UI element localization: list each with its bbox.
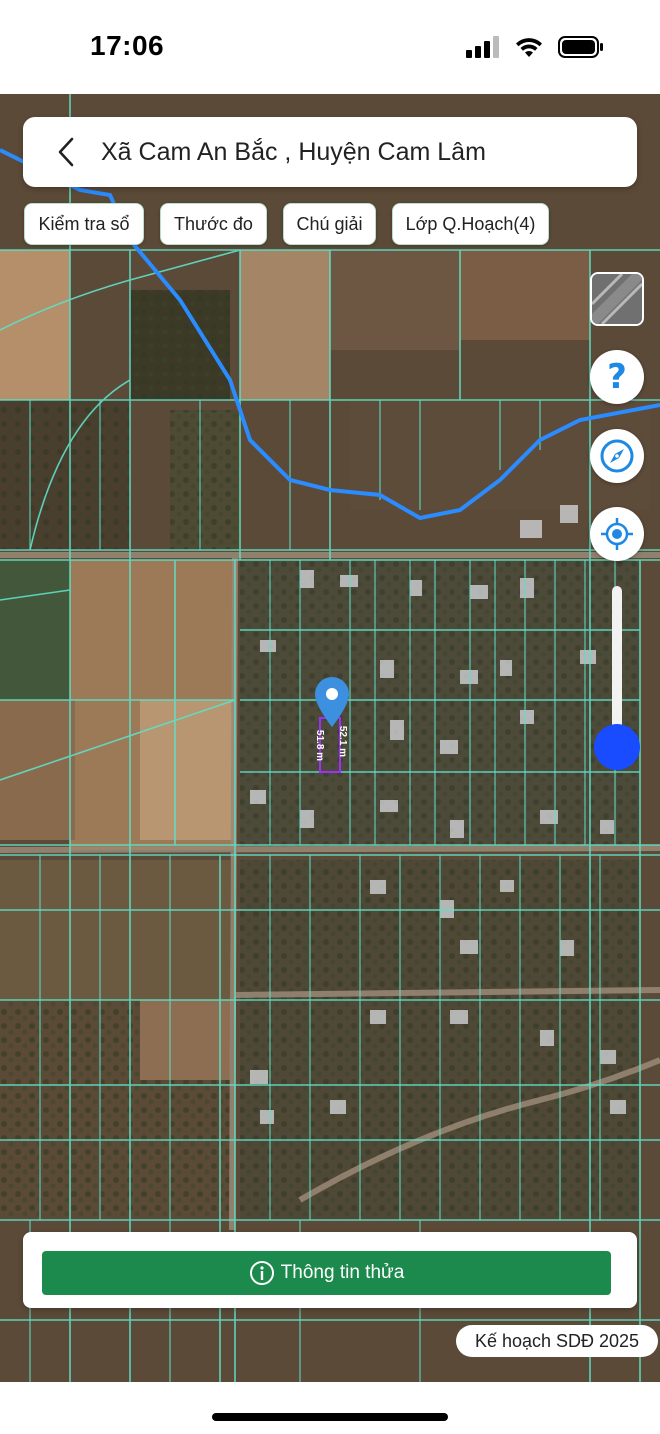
legend-button[interactable]: Chú giải [283, 203, 376, 245]
compass-icon [600, 439, 634, 473]
compass-button[interactable] [590, 429, 644, 483]
ruler-button[interactable]: Thước đo [160, 203, 267, 245]
question-icon: ? [607, 357, 627, 397]
parcel-dimension-b: 51.8 m [314, 729, 326, 762]
satellite-imagery [0, 94, 660, 1382]
home-indicator[interactable] [212, 1413, 448, 1421]
status-icons [466, 36, 604, 58]
plan-year-badge[interactable]: Kế hoạch SDĐ 2025 [456, 1325, 658, 1357]
satellite-layer-icon[interactable] [590, 272, 644, 326]
parcel-dimension-a: 52.1 m [337, 725, 349, 758]
check-title-button[interactable]: Kiểm tra sổ [24, 203, 144, 245]
parcel-info-panel: Thông tin thửa [23, 1232, 637, 1308]
locate-icon [601, 518, 633, 550]
help-button[interactable]: ? [590, 350, 644, 404]
opacity-slider-track[interactable] [612, 586, 622, 736]
planning-layers-button[interactable]: Lớp Q.Hoạch(4) [392, 203, 549, 245]
status-bar: 17:06 [0, 0, 660, 94]
status-time: 17:06 [90, 30, 165, 61]
locate-button[interactable] [590, 507, 644, 561]
back-icon[interactable] [41, 127, 91, 177]
location-title: Xã Cam An Bắc , Huyện Cam Lâm [101, 137, 486, 166]
map-view[interactable] [0, 94, 660, 1382]
parcel-info-label: Thông tin thửa [280, 1262, 405, 1283]
cellular-signal-icon [466, 36, 499, 58]
opacity-slider-thumb[interactable] [594, 724, 640, 770]
battery-icon [558, 36, 603, 58]
parcel-info-button[interactable]: Thông tin thửa [42, 1251, 611, 1295]
location-pin-icon[interactable] [313, 676, 351, 728]
location-search-bar[interactable]: Xã Cam An Bắc , Huyện Cam Lâm [23, 117, 637, 187]
wifi-icon [516, 38, 542, 57]
info-icon [249, 1261, 274, 1285]
